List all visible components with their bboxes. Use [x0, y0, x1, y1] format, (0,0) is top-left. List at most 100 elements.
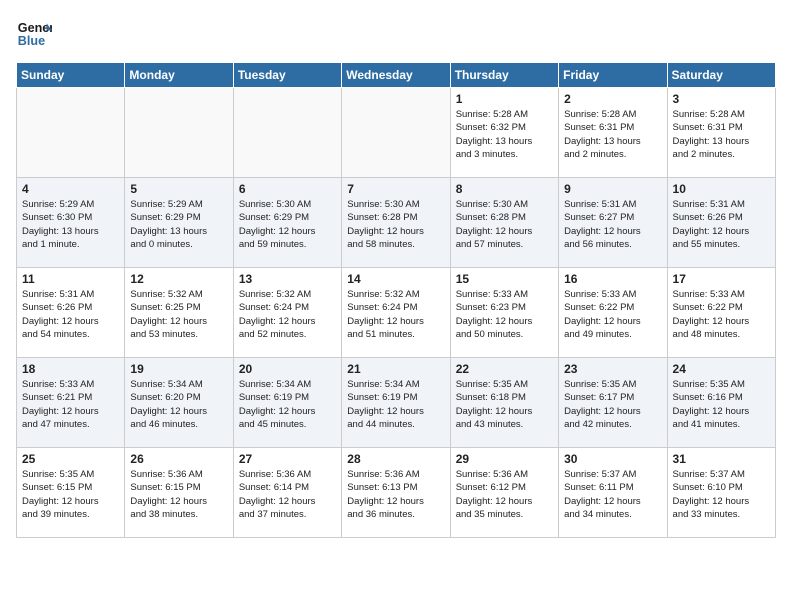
day-number: 2: [564, 92, 661, 106]
calendar-day-cell: 15 Sunrise: 5:33 AM Sunset: 6:23 PM Dayli…: [450, 268, 558, 358]
day-number: 1: [456, 92, 553, 106]
calendar-day-cell: 20 Sunrise: 5:34 AM Sunset: 6:19 PM Dayli…: [233, 358, 341, 448]
day-number: 11: [22, 272, 119, 286]
day-info: Sunrise: 5:28 AM Sunset: 6:32 PM Dayligh…: [456, 108, 553, 161]
day-number: 13: [239, 272, 336, 286]
day-number: 30: [564, 452, 661, 466]
day-info: Sunrise: 5:29 AM Sunset: 6:29 PM Dayligh…: [130, 198, 227, 251]
calendar-day-cell: 28Sunrise: 5:36 AM Sunset: 6:13 PM Dayli…: [342, 448, 450, 538]
day-info: Sunrise: 5:31 AM Sunset: 6:26 PM Dayligh…: [673, 198, 770, 251]
day-info: Sunrise: 5:37 AM Sunset: 6:10 PM Dayligh…: [673, 468, 770, 521]
day-number: 9: [564, 182, 661, 196]
day-info: Sunrise: 5:29 AM Sunset: 6:30 PM Dayligh…: [22, 198, 119, 251]
calendar-day-cell: 1 Sunrise: 5:28 AM Sunset: 6:32 PM Daylig…: [450, 88, 558, 178]
logo-icon: General Blue: [16, 16, 52, 52]
day-info: Sunrise: 5:35 AM Sunset: 6:17 PM Dayligh…: [564, 378, 661, 431]
day-number: 21: [347, 362, 444, 376]
day-number: 12: [130, 272, 227, 286]
svg-text:Blue: Blue: [18, 34, 45, 48]
day-info: Sunrise: 5:35 AM Sunset: 6:15 PM Dayligh…: [22, 468, 119, 521]
logo: General Blue: [16, 16, 52, 52]
day-number: 8: [456, 182, 553, 196]
calendar-day-cell: 21 Sunrise: 5:34 AM Sunset: 6:19 PM Dayli…: [342, 358, 450, 448]
calendar-day-cell: 4Sunrise: 5:29 AM Sunset: 6:30 PM Daylig…: [17, 178, 125, 268]
calendar-day-cell: 6Sunrise: 5:30 AM Sunset: 6:29 PM Daylig…: [233, 178, 341, 268]
day-info: Sunrise: 5:36 AM Sunset: 6:15 PM Dayligh…: [130, 468, 227, 521]
day-info: Sunrise: 5:33 AM Sunset: 6:23 PM Dayligh…: [456, 288, 553, 341]
calendar-week-row: 4Sunrise: 5:29 AM Sunset: 6:30 PM Daylig…: [17, 178, 776, 268]
calendar-table: SundayMondayTuesdayWednesdayThursdayFrid…: [16, 62, 776, 538]
day-number: 28: [347, 452, 444, 466]
calendar-day-cell: [17, 88, 125, 178]
day-number: 19: [130, 362, 227, 376]
day-info: Sunrise: 5:28 AM Sunset: 6:31 PM Dayligh…: [564, 108, 661, 161]
day-info: Sunrise: 5:34 AM Sunset: 6:19 PM Dayligh…: [239, 378, 336, 431]
page-header: General Blue: [16, 16, 776, 52]
day-info: Sunrise: 5:32 AM Sunset: 6:25 PM Dayligh…: [130, 288, 227, 341]
calendar-day-cell: 16Sunrise: 5:33 AM Sunset: 6:22 PM Dayli…: [559, 268, 667, 358]
day-number: 17: [673, 272, 770, 286]
calendar-day-cell: 5 Sunrise: 5:29 AM Sunset: 6:29 PM Daylig…: [125, 178, 233, 268]
day-number: 31: [673, 452, 770, 466]
day-number: 23: [564, 362, 661, 376]
weekday-header: Saturday: [667, 63, 775, 88]
calendar-day-cell: 3 Sunrise: 5:28 AM Sunset: 6:31 PM Daylig…: [667, 88, 775, 178]
day-info: Sunrise: 5:30 AM Sunset: 6:28 PM Dayligh…: [456, 198, 553, 251]
day-number: 24: [673, 362, 770, 376]
day-number: 14: [347, 272, 444, 286]
weekday-header: Friday: [559, 63, 667, 88]
calendar-week-row: 25 Sunrise: 5:35 AM Sunset: 6:15 PM Dayli…: [17, 448, 776, 538]
calendar-day-cell: [233, 88, 341, 178]
calendar-day-cell: 29 Sunrise: 5:36 AM Sunset: 6:12 PM Dayli…: [450, 448, 558, 538]
weekday-header: Wednesday: [342, 63, 450, 88]
day-number: 3: [673, 92, 770, 106]
day-info: Sunrise: 5:34 AM Sunset: 6:20 PM Dayligh…: [130, 378, 227, 431]
calendar-header: SundayMondayTuesdayWednesdayThursdayFrid…: [17, 63, 776, 88]
day-number: 6: [239, 182, 336, 196]
day-number: 5: [130, 182, 227, 196]
day-info: Sunrise: 5:31 AM Sunset: 6:26 PM Dayligh…: [22, 288, 119, 341]
day-number: 25: [22, 452, 119, 466]
day-info: Sunrise: 5:32 AM Sunset: 6:24 PM Dayligh…: [347, 288, 444, 341]
day-info: Sunrise: 5:34 AM Sunset: 6:19 PM Dayligh…: [347, 378, 444, 431]
day-info: Sunrise: 5:30 AM Sunset: 6:28 PM Dayligh…: [347, 198, 444, 251]
day-info: Sunrise: 5:37 AM Sunset: 6:11 PM Dayligh…: [564, 468, 661, 521]
day-info: Sunrise: 5:35 AM Sunset: 6:18 PM Dayligh…: [456, 378, 553, 431]
day-number: 29: [456, 452, 553, 466]
weekday-header: Tuesday: [233, 63, 341, 88]
calendar-day-cell: 30 Sunrise: 5:37 AM Sunset: 6:11 PM Dayli…: [559, 448, 667, 538]
calendar-day-cell: 24 Sunrise: 5:35 AM Sunset: 6:16 PM Dayli…: [667, 358, 775, 448]
day-number: 10: [673, 182, 770, 196]
day-info: Sunrise: 5:28 AM Sunset: 6:31 PM Dayligh…: [673, 108, 770, 161]
day-number: 18: [22, 362, 119, 376]
day-number: 7: [347, 182, 444, 196]
day-number: 27: [239, 452, 336, 466]
calendar-day-cell: 13 Sunrise: 5:32 AM Sunset: 6:24 PM Dayli…: [233, 268, 341, 358]
calendar-day-cell: 14 Sunrise: 5:32 AM Sunset: 6:24 PM Dayli…: [342, 268, 450, 358]
calendar-day-cell: 31 Sunrise: 5:37 AM Sunset: 6:10 PM Dayli…: [667, 448, 775, 538]
day-number: 15: [456, 272, 553, 286]
weekday-header: Thursday: [450, 63, 558, 88]
calendar-day-cell: 11 Sunrise: 5:31 AM Sunset: 6:26 PM Dayli…: [17, 268, 125, 358]
calendar-day-cell: 18Sunrise: 5:33 AM Sunset: 6:21 PM Dayli…: [17, 358, 125, 448]
calendar-body: 1 Sunrise: 5:28 AM Sunset: 6:32 PM Daylig…: [17, 88, 776, 538]
calendar-day-cell: 12 Sunrise: 5:32 AM Sunset: 6:25 PM Dayli…: [125, 268, 233, 358]
day-info: Sunrise: 5:31 AM Sunset: 6:27 PM Dayligh…: [564, 198, 661, 251]
day-info: Sunrise: 5:36 AM Sunset: 6:12 PM Dayligh…: [456, 468, 553, 521]
calendar-day-cell: 27 Sunrise: 5:36 AM Sunset: 6:14 PM Dayli…: [233, 448, 341, 538]
calendar-day-cell: [342, 88, 450, 178]
weekday-header: Sunday: [17, 63, 125, 88]
day-info: Sunrise: 5:35 AM Sunset: 6:16 PM Dayligh…: [673, 378, 770, 431]
calendar-week-row: 11 Sunrise: 5:31 AM Sunset: 6:26 PM Dayli…: [17, 268, 776, 358]
calendar-day-cell: 25 Sunrise: 5:35 AM Sunset: 6:15 PM Dayli…: [17, 448, 125, 538]
calendar-day-cell: 22Sunrise: 5:35 AM Sunset: 6:18 PM Dayli…: [450, 358, 558, 448]
day-info: Sunrise: 5:32 AM Sunset: 6:24 PM Dayligh…: [239, 288, 336, 341]
calendar-day-cell: 19 Sunrise: 5:34 AM Sunset: 6:20 PM Dayli…: [125, 358, 233, 448]
day-number: 20: [239, 362, 336, 376]
calendar-day-cell: 2 Sunrise: 5:28 AM Sunset: 6:31 PM Daylig…: [559, 88, 667, 178]
weekday-header: Monday: [125, 63, 233, 88]
day-info: Sunrise: 5:36 AM Sunset: 6:14 PM Dayligh…: [239, 468, 336, 521]
calendar-day-cell: 7 Sunrise: 5:30 AM Sunset: 6:28 PM Daylig…: [342, 178, 450, 268]
day-info: Sunrise: 5:33 AM Sunset: 6:22 PM Dayligh…: [564, 288, 661, 341]
calendar-week-row: 1 Sunrise: 5:28 AM Sunset: 6:32 PM Daylig…: [17, 88, 776, 178]
